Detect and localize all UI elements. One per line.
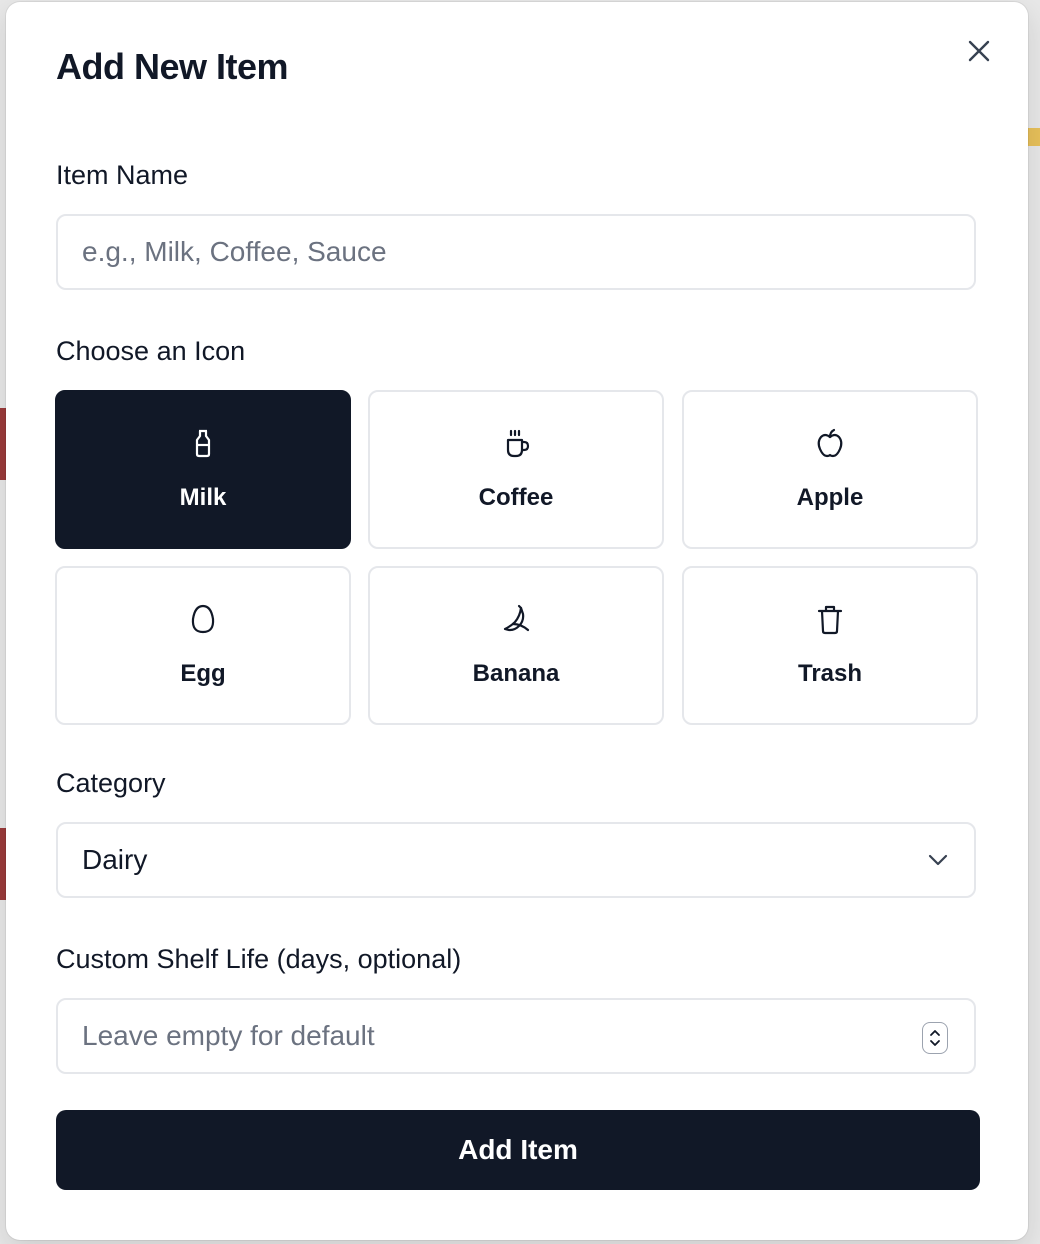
icon-option-coffee[interactable]: Coffee [368,390,664,549]
shelf-life-input[interactable] [82,1000,902,1072]
icon-option-label: Milk [179,484,227,511]
coffee-cup-icon [506,429,530,458]
close-icon [968,40,990,62]
stepper-down-icon[interactable] [928,1038,942,1048]
icon-option-milk[interactable]: Milk [55,390,351,549]
category-label: Category [56,768,166,798]
milk-bottle-icon [195,429,211,458]
add-item-dialog: Add New Item Item Name Choose an Icon Mi… [6,2,1028,1240]
icon-option-label: Egg [180,660,226,687]
icon-option-trash[interactable]: Trash [682,566,978,725]
close-button[interactable] [962,34,996,68]
item-name-input[interactable] [82,216,902,288]
add-item-button[interactable]: Add Item [56,1110,980,1190]
icon-option-label: Trash [797,660,863,687]
number-stepper[interactable] [922,1022,948,1054]
shelf-life-label: Custom Shelf Life (days, optional) [56,944,462,974]
trash-icon [817,605,843,635]
icon-picker-label: Choose an Icon [56,336,246,366]
icon-option-apple[interactable]: Apple [682,390,978,549]
category-selected-value: Dairy [82,844,148,875]
stepper-up-icon[interactable] [928,1028,942,1038]
apple-icon [817,428,843,458]
icon-option-label: Apple [796,484,864,511]
category-select[interactable]: Dairy [56,822,976,898]
dialog-title: Add New Item [56,46,289,87]
icon-option-banana[interactable]: Banana [368,566,664,725]
item-name-label: Item Name [56,160,189,190]
backdrop-accent-strip [1028,128,1040,146]
item-name-field-box [56,214,976,290]
chevron-down-icon [928,854,948,866]
icon-option-egg[interactable]: Egg [55,566,351,725]
shelf-life-field-box [56,998,976,1074]
banana-icon [503,604,530,632]
icon-option-label: Banana [472,660,560,687]
icon-option-label: Coffee [478,484,554,511]
egg-icon [191,604,215,634]
